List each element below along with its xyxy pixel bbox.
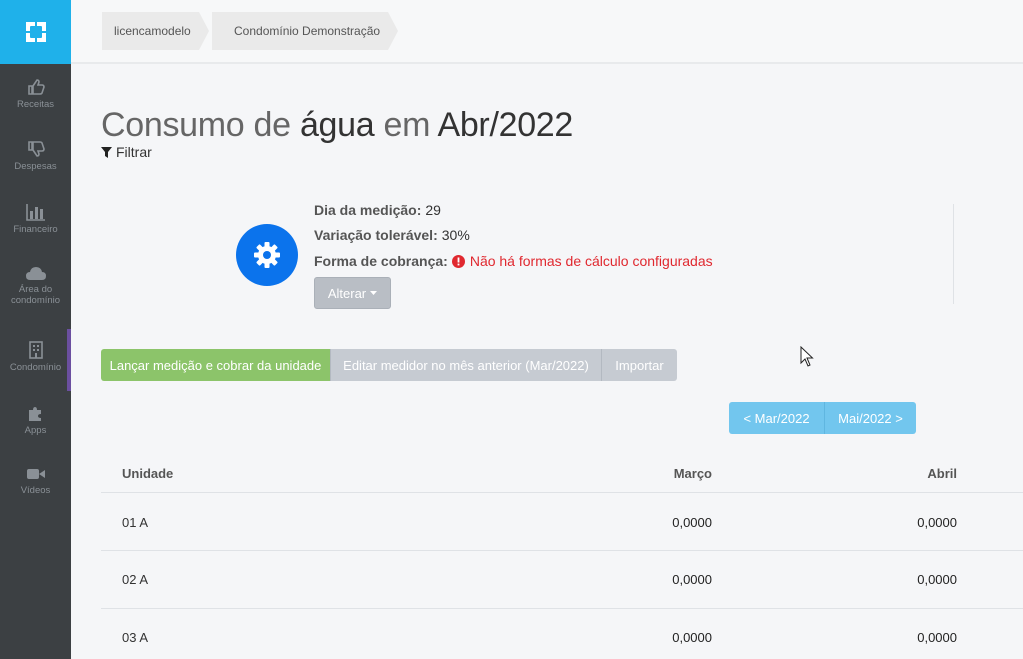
cell-unidade: 01 A <box>122 515 149 530</box>
app-logo[interactable] <box>0 0 71 64</box>
cell-marco: 0,0000 <box>672 515 712 530</box>
sidebar-item-label: Área do condomínio <box>10 284 61 306</box>
warning-message: Não há formas de cálculo configuradas <box>451 253 713 269</box>
caret-down-icon <box>370 291 378 295</box>
thumbs-down-icon <box>27 141 45 157</box>
sidebar-item-label: Vídeos <box>20 485 51 496</box>
cell-abril: 0,0000 <box>917 572 957 587</box>
cell-abril: 0,0000 <box>917 515 957 530</box>
settings-badge <box>236 224 298 286</box>
sidebar-item-receitas[interactable]: Receitas <box>0 78 71 110</box>
exclamation-circle-icon <box>451 254 465 268</box>
alterar-dropdown-button[interactable]: Alterar <box>314 277 391 309</box>
top-header: licencamodelo Condomínio Demonstração <box>71 0 1023 64</box>
prev-month-button[interactable]: < Mar/2022 <box>729 402 824 434</box>
info-dia-medicao: Dia da medição: 29 <box>314 202 441 218</box>
cell-abril: 0,0000 <box>917 630 957 645</box>
title-resource: água <box>299 106 375 144</box>
cloud-icon <box>25 267 46 280</box>
sidebar: Receitas Despesas Financeiro Área do con… <box>0 0 71 659</box>
sidebar-item-label: Condomínio <box>9 362 62 373</box>
sidebar-item-financeiro[interactable]: Financeiro <box>0 203 71 235</box>
sidebar-item-label: Apps <box>24 425 47 436</box>
next-month-button[interactable]: Mai/2022 > <box>824 402 916 434</box>
sidebar-item-label: Financeiro <box>13 224 58 235</box>
importar-button[interactable]: Importar <box>601 349 677 381</box>
thumbs-up-icon <box>27 79 45 95</box>
vertical-divider <box>953 204 954 304</box>
filter-icon <box>101 146 112 158</box>
row-divider <box>101 550 1023 551</box>
logo-icon <box>25 22 46 42</box>
cell-marco: 0,0000 <box>672 630 712 645</box>
row-divider <box>101 492 1023 493</box>
warning-text: Não há formas de cálculo configuradas <box>469 253 713 269</box>
column-header-abril[interactable]: Abril <box>885 466 957 481</box>
alterar-label: Alterar <box>327 285 367 301</box>
bar-chart-icon <box>25 204 45 221</box>
sidebar-item-label: Despesas <box>14 161 57 172</box>
info-label: Forma de cobrança: <box>314 253 448 269</box>
info-forma-cobranca: Forma de cobrança: Não há formas de cálc… <box>314 253 713 269</box>
sidebar-item-apps[interactable]: Apps <box>0 404 71 436</box>
building-icon <box>28 341 43 359</box>
sidebar-item-condominio[interactable]: Condomínio <box>0 329 71 391</box>
column-header-unidade[interactable]: Unidade <box>122 466 173 481</box>
info-variacao: Variação tolerável: 30% <box>314 227 470 243</box>
filter-link[interactable]: Filtrar <box>101 144 152 160</box>
column-header-marco[interactable]: Março <box>640 466 712 481</box>
sidebar-item-area-condominio[interactable]: Área do condomínio <box>0 265 71 306</box>
filter-label: Filtrar <box>116 144 152 160</box>
info-label: Dia da medição: <box>314 202 422 218</box>
sidebar-item-videos[interactable]: Vídeos <box>0 466 71 496</box>
page-title: Consumo de água em Abr/2022 <box>101 106 573 145</box>
breadcrumb-item-licenca[interactable]: licencamodelo <box>102 12 209 50</box>
cell-unidade: 03 A <box>122 630 149 645</box>
title-part: em <box>374 106 438 144</box>
gear-icon <box>254 242 280 268</box>
puzzle-icon <box>28 407 41 421</box>
mouse-cursor-icon <box>800 346 814 367</box>
video-camera-icon <box>26 469 45 479</box>
lancar-medicao-button[interactable]: Lançar medição e cobrar da unidade <box>101 349 330 381</box>
cell-unidade: 02 A <box>122 572 149 587</box>
info-value: 29 <box>425 202 441 218</box>
title-part: Consumo de <box>101 106 300 144</box>
info-label: Variação tolerável: <box>314 227 438 243</box>
sidebar-item-label: Receitas <box>17 99 54 110</box>
sidebar-item-despesas[interactable]: Despesas <box>0 140 71 172</box>
breadcrumb-item-condominio[interactable]: Condomínio Demonstração <box>212 12 398 50</box>
editar-medidor-button[interactable]: Editar medidor no mês anterior (Mar/2022… <box>330 349 601 381</box>
cell-marco: 0,0000 <box>672 572 712 587</box>
title-month: Abr/2022 <box>437 106 574 144</box>
row-divider <box>101 608 1023 609</box>
info-value: 30% <box>441 227 470 243</box>
